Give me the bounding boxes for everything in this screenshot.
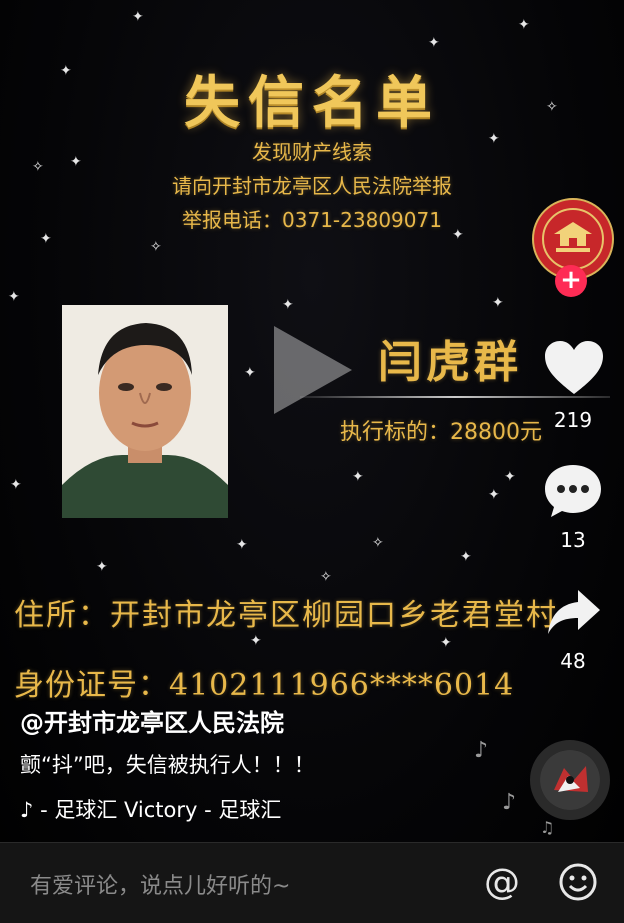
- address-line: 住所：开封市龙亭区柳园口乡老君堂村: [14, 598, 558, 633]
- music-note-icon: ♪: [502, 790, 517, 815]
- poster-phone: 举报电话：0371-23809071: [182, 208, 442, 232]
- video-screen[interactable]: ✦ ✦ ✦ ✦ ✧ ✦ ✦ ✧ ✦ ✧ ✦ ✦ ✦ ✦ ✦ ✦ ✦ ✦ ✦ ✧ …: [0, 0, 624, 923]
- poster-subtitle-report: 请向开封市龙亭区人民法院举报: [172, 174, 452, 198]
- poster-subtitle-clue: 发现财产线索: [252, 140, 372, 164]
- like-heart-icon[interactable]: [543, 340, 605, 396]
- follow-button[interactable]: +: [555, 265, 587, 297]
- creator-handle[interactable]: @开封市龙亭区人民法院: [20, 703, 284, 738]
- video-description: 颤“抖”吧，失信被执行人！！！: [20, 753, 315, 777]
- music-note-icon: ♫: [540, 818, 555, 837]
- like-count: 219: [553, 408, 593, 432]
- id-number-line: 身份证号：4102111966****6014: [14, 668, 515, 703]
- person-name: 闫虎群: [378, 337, 522, 388]
- share-count: 48: [560, 649, 586, 673]
- music-disc-icon[interactable]: [530, 740, 610, 820]
- share-arrow-icon[interactable]: [546, 588, 602, 636]
- execution-amount: 执行标的：28800元: [340, 420, 542, 445]
- music-note-icon: ♪: [474, 738, 489, 763]
- comment-input[interactable]: 有爱评论，说点儿好听的~: [30, 868, 290, 900]
- comment-count: 13: [560, 528, 586, 552]
- emoji-smile-icon[interactable]: [558, 862, 598, 902]
- name-divider: [300, 396, 610, 398]
- play-icon[interactable]: [268, 320, 358, 420]
- mention-at-icon[interactable]: @: [484, 862, 520, 903]
- comment-bubble-icon[interactable]: [543, 463, 603, 519]
- poster-title: 失信名单: [184, 70, 440, 136]
- music-marquee[interactable]: ♪ - 足球汇 Victory - 足球汇: [20, 794, 350, 824]
- person-photo: [62, 305, 228, 518]
